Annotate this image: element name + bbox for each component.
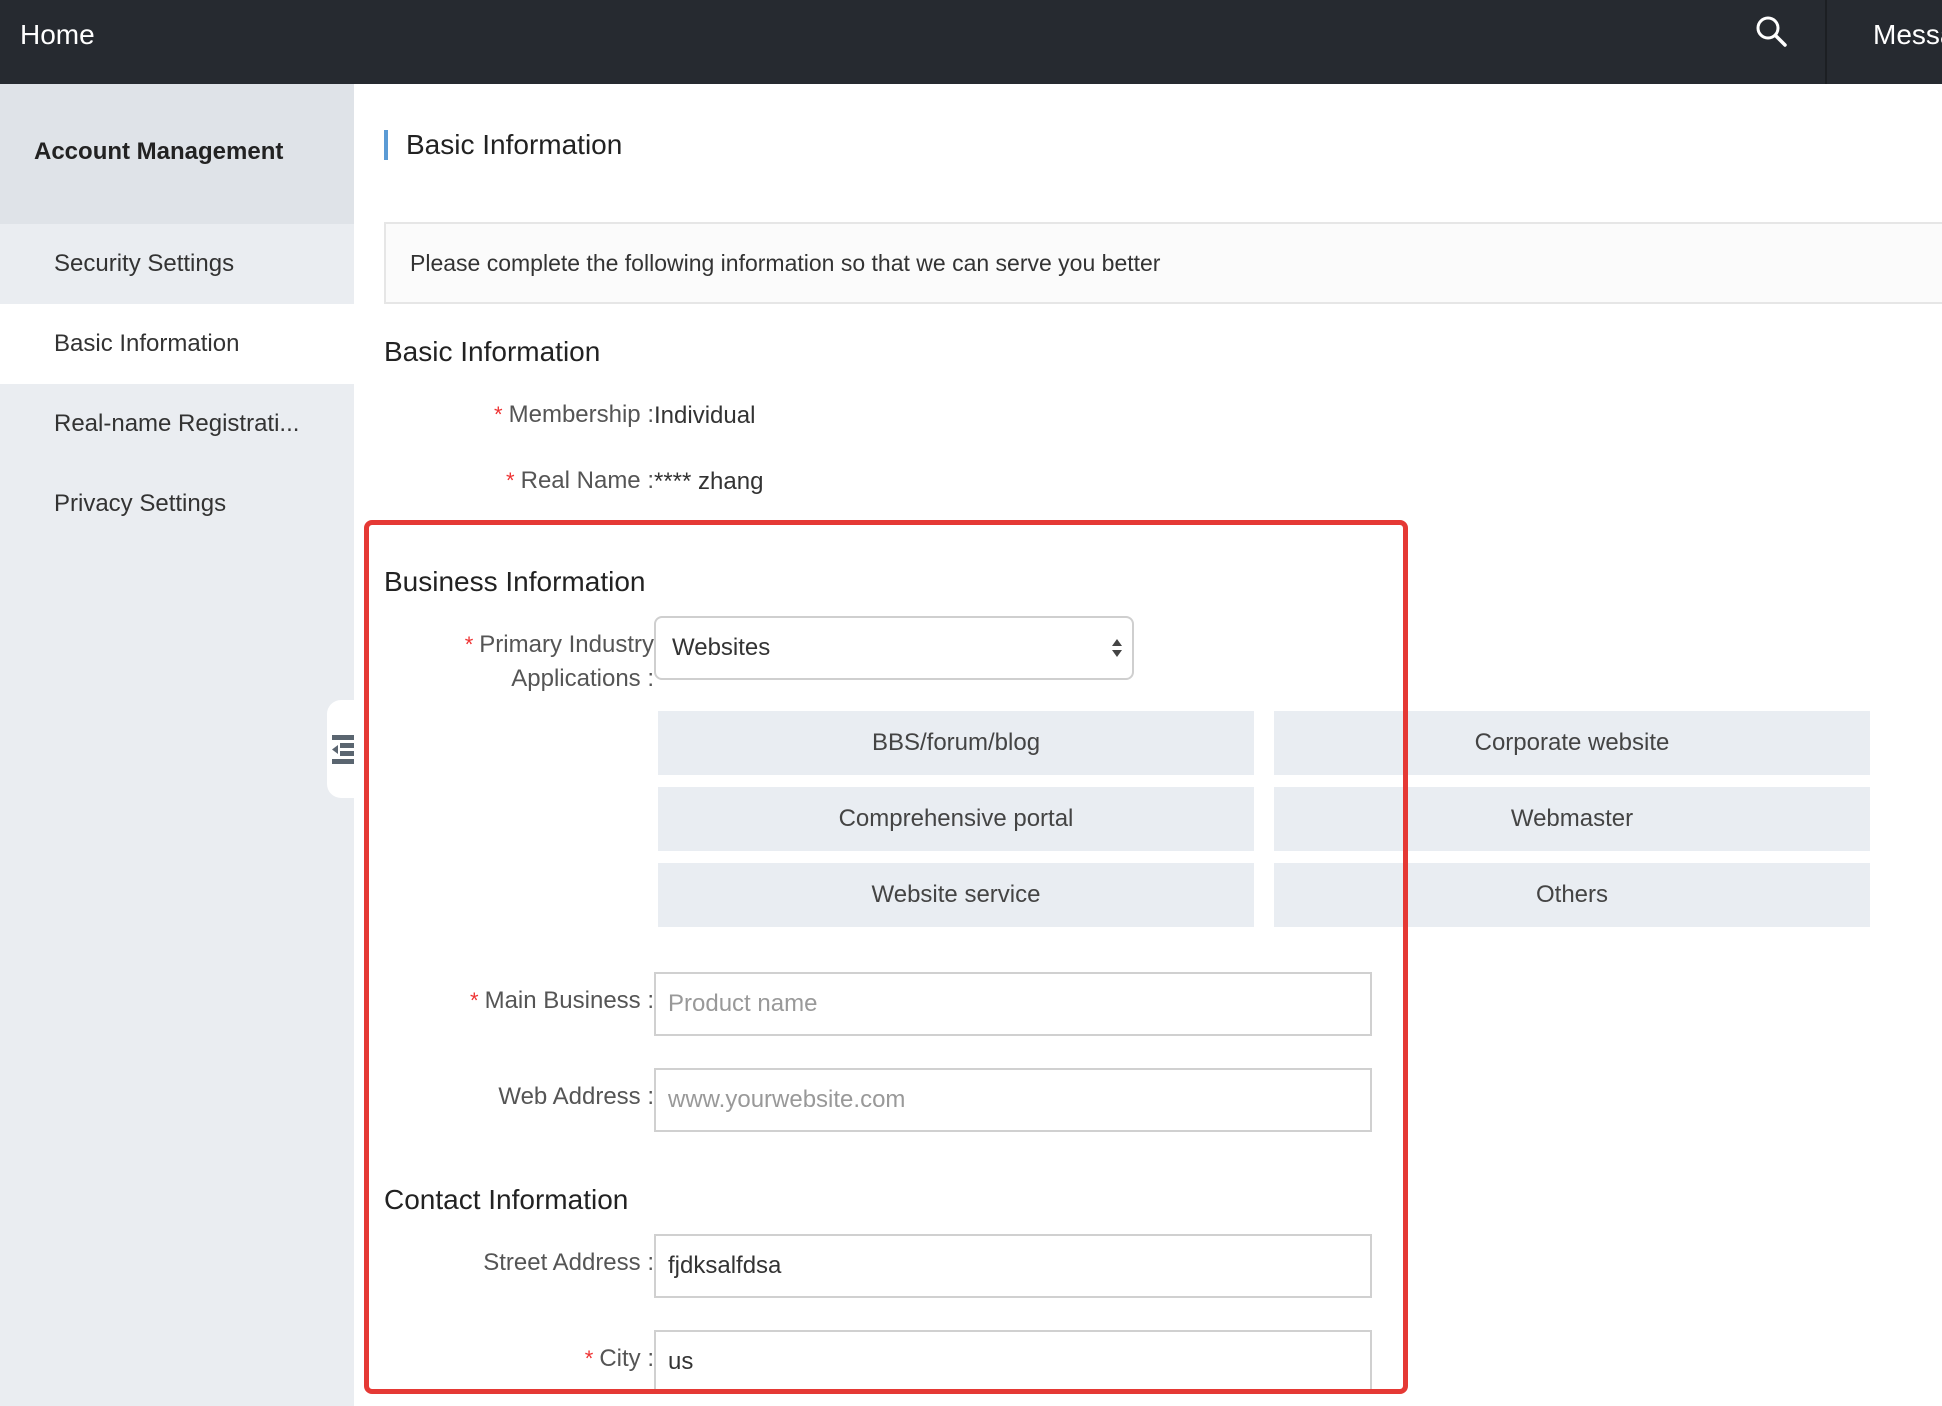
web-address-label: Web Address : bbox=[498, 1083, 654, 1110]
home-link[interactable]: Home bbox=[20, 0, 95, 70]
info-notice: Please complete the following informatio… bbox=[384, 222, 1942, 304]
sidebar-item-basic-information[interactable]: Basic Information bbox=[0, 304, 354, 384]
primary-industry-select[interactable]: Websites bbox=[654, 616, 1134, 680]
real-name-label: * Real Name : bbox=[506, 467, 654, 494]
street-address-label: Street Address : bbox=[483, 1249, 654, 1276]
required-marker: * bbox=[584, 1346, 594, 1371]
select-arrows-icon bbox=[1112, 639, 1122, 657]
industry-option-comprehensive-portal[interactable]: Comprehensive portal bbox=[658, 787, 1254, 851]
city-label: * City : bbox=[584, 1345, 654, 1372]
collapse-sidebar-icon bbox=[332, 735, 354, 764]
search-icon bbox=[1756, 16, 1787, 47]
primary-industry-label: * Primary Industry Applications : bbox=[464, 631, 654, 692]
basic-information-heading: Basic Information bbox=[384, 336, 601, 367]
business-information-heading: Business Information bbox=[384, 566, 646, 597]
messages-link[interactable]: Messages bbox=[1873, 0, 1942, 70]
sidebar-heading: Account Management bbox=[0, 84, 354, 224]
search-button[interactable] bbox=[1752, 12, 1804, 58]
required-marker: * bbox=[470, 988, 479, 1013]
required-marker: * bbox=[506, 468, 515, 493]
industry-option-bbs-forum-blog[interactable]: BBS/forum/blog bbox=[658, 711, 1254, 775]
contact-information-heading: Contact Information bbox=[384, 1184, 629, 1215]
required-marker: * bbox=[464, 632, 474, 657]
web-address-input[interactable]: www.yourwebsite.com bbox=[654, 1068, 1372, 1132]
street-address-input[interactable]: fjdksalfdsa bbox=[654, 1234, 1372, 1298]
page-title: Basic Information bbox=[384, 130, 622, 160]
main-content: Basic Information Please complete the fo… bbox=[354, 84, 1942, 1406]
industry-option-others[interactable]: Others bbox=[1274, 863, 1870, 927]
sidebar-item-security-settings[interactable]: Security Settings bbox=[0, 224, 354, 304]
primary-industry-selected-value: Websites bbox=[672, 634, 771, 661]
sidebar-collapse-button[interactable] bbox=[327, 700, 357, 798]
real-name-value: **** zhang bbox=[654, 468, 764, 495]
industry-option-corporate-website[interactable]: Corporate website bbox=[1274, 711, 1870, 775]
topbar-divider bbox=[1825, 0, 1827, 84]
main-business-input[interactable]: Product name bbox=[654, 972, 1372, 1036]
membership-label: * Membership : bbox=[494, 401, 654, 428]
top-navigation-bar: Home Messages bbox=[0, 0, 1942, 84]
city-input[interactable]: us bbox=[654, 1330, 1372, 1394]
membership-value: Individual bbox=[654, 402, 756, 429]
sidebar-heading-label: Account Management bbox=[34, 138, 284, 165]
sidebar: Account Management Security Settings Bas… bbox=[0, 84, 354, 1406]
industry-option-website-service[interactable]: Website service bbox=[658, 863, 1254, 927]
industry-option-webmaster[interactable]: Webmaster bbox=[1274, 787, 1870, 851]
main-business-label: * Main Business : bbox=[470, 987, 654, 1014]
required-marker: * bbox=[494, 402, 503, 427]
